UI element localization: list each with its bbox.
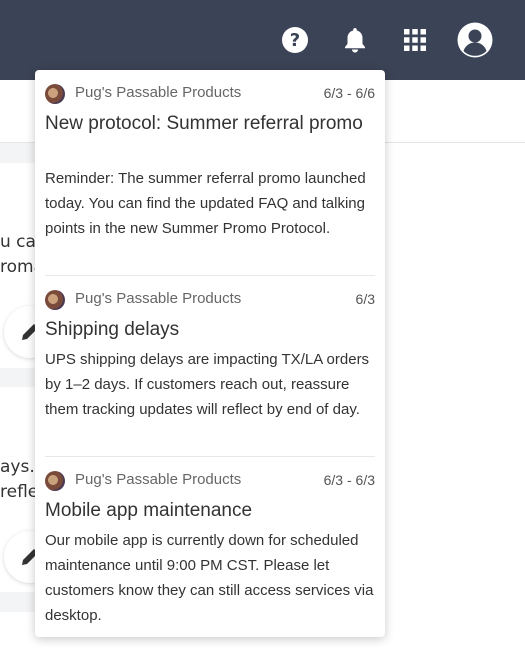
help-button[interactable]: ? bbox=[277, 22, 313, 58]
notification-item[interactable]: Pug's Passable Products 6/3 Shipping del… bbox=[35, 288, 385, 456]
notification-date: 6/3 - 6/3 bbox=[323, 472, 375, 488]
help-icon: ? bbox=[282, 27, 308, 53]
org-logo-icon bbox=[45, 290, 65, 310]
notification-title: Mobile app maintenance bbox=[45, 500, 253, 521]
notification-body: Reminder: The summer referral promo laun… bbox=[45, 170, 366, 237]
notifications-button[interactable] bbox=[337, 22, 373, 58]
notification-header: Pug's Passable Products 6/3 bbox=[45, 288, 375, 312]
background-text: refle bbox=[0, 482, 39, 502]
user-avatar-icon bbox=[457, 22, 493, 58]
notification-body: UPS shipping delays are impacting TX/LA … bbox=[45, 351, 370, 418]
notification-org: Pug's Passable Products bbox=[75, 471, 242, 488]
notification-item[interactable]: Pug's Passable Products 6/3 - 6/3 Mobile… bbox=[35, 469, 385, 637]
notification-date: 6/3 bbox=[355, 291, 375, 307]
org-logo-icon bbox=[45, 471, 65, 491]
notification-header: Pug's Passable Products 6/3 - 6/3 bbox=[45, 469, 375, 493]
notification-item[interactable]: Pug's Passable Products 6/3 - 6/6 New pr… bbox=[35, 82, 385, 275]
notification-body: Our mobile app is currently down for sch… bbox=[45, 532, 374, 624]
org-logo-icon bbox=[45, 84, 65, 104]
background-text: ays. bbox=[0, 457, 35, 477]
bell-icon bbox=[345, 28, 365, 53]
notification-org: Pug's Passable Products bbox=[75, 84, 242, 101]
notification-title: Shipping delays bbox=[45, 319, 180, 340]
apps-grid-icon bbox=[404, 29, 426, 51]
divider bbox=[45, 275, 375, 276]
divider bbox=[45, 456, 375, 457]
user-menu-button[interactable] bbox=[457, 22, 493, 58]
apps-button[interactable] bbox=[397, 22, 433, 58]
notification-title: New protocol: Summer referral promo bbox=[45, 113, 363, 134]
notification-org: Pug's Passable Products bbox=[75, 290, 242, 307]
notification-date: 6/3 - 6/6 bbox=[323, 85, 375, 101]
notifications-dropdown: Pug's Passable Products 6/3 - 6/6 New pr… bbox=[35, 70, 385, 637]
top-navigation-bar: ? bbox=[0, 0, 525, 80]
notification-header: Pug's Passable Products 6/3 - 6/6 bbox=[45, 82, 375, 106]
